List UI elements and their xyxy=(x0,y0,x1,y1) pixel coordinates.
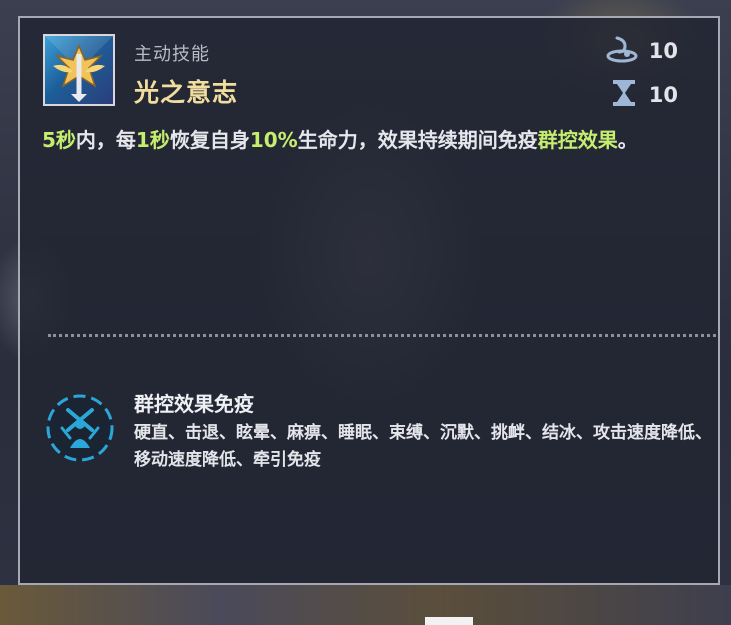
desc-segment: 生命力，效果持续期间免疫 xyxy=(297,128,538,152)
hourglass-icon xyxy=(609,78,639,112)
desc-segment: 5秒 xyxy=(42,128,76,152)
skill-description: 5秒内，每1秒恢复自身10%生命力，效果持续期间免疫群控效果。 xyxy=(42,124,702,156)
crowd-control-immunity-icon xyxy=(44,392,116,464)
energy-cost-value: 10 xyxy=(648,39,678,63)
golden-winged-crest-icon xyxy=(43,34,115,106)
energy-swirl-icon xyxy=(605,34,639,68)
cooldown-value: 10 xyxy=(648,83,678,107)
background-hero-bar xyxy=(0,585,731,625)
background-button-edge xyxy=(425,617,473,625)
skill-type-label: 主动技能 xyxy=(134,44,210,65)
cooldown: 10 xyxy=(609,78,678,112)
effect-title: 群控效果免疫 xyxy=(134,392,254,416)
desc-segment: 内，每 xyxy=(75,128,136,152)
desc-segment: 群控效果 xyxy=(537,128,618,152)
effect-description: 硬直、击退、眩晕、麻痹、睡眠、束缚、沉默、挑衅、结冰、攻击速度降低、移动速度降低… xyxy=(134,423,712,470)
desc-segment: 1秒 xyxy=(135,128,170,152)
desc-segment: 10% xyxy=(249,128,298,152)
skill-tooltip: 主动技能 光之意志 10 10 5秒内，每1秒恢复自身10%生命力，效果持续期间… xyxy=(18,16,720,585)
desc-segment: 恢复自身 xyxy=(169,128,250,152)
section-divider xyxy=(48,334,716,337)
energy-cost: 10 xyxy=(605,34,678,68)
skill-name: 光之意志 xyxy=(134,78,239,107)
desc-segment: 。 xyxy=(617,128,638,152)
